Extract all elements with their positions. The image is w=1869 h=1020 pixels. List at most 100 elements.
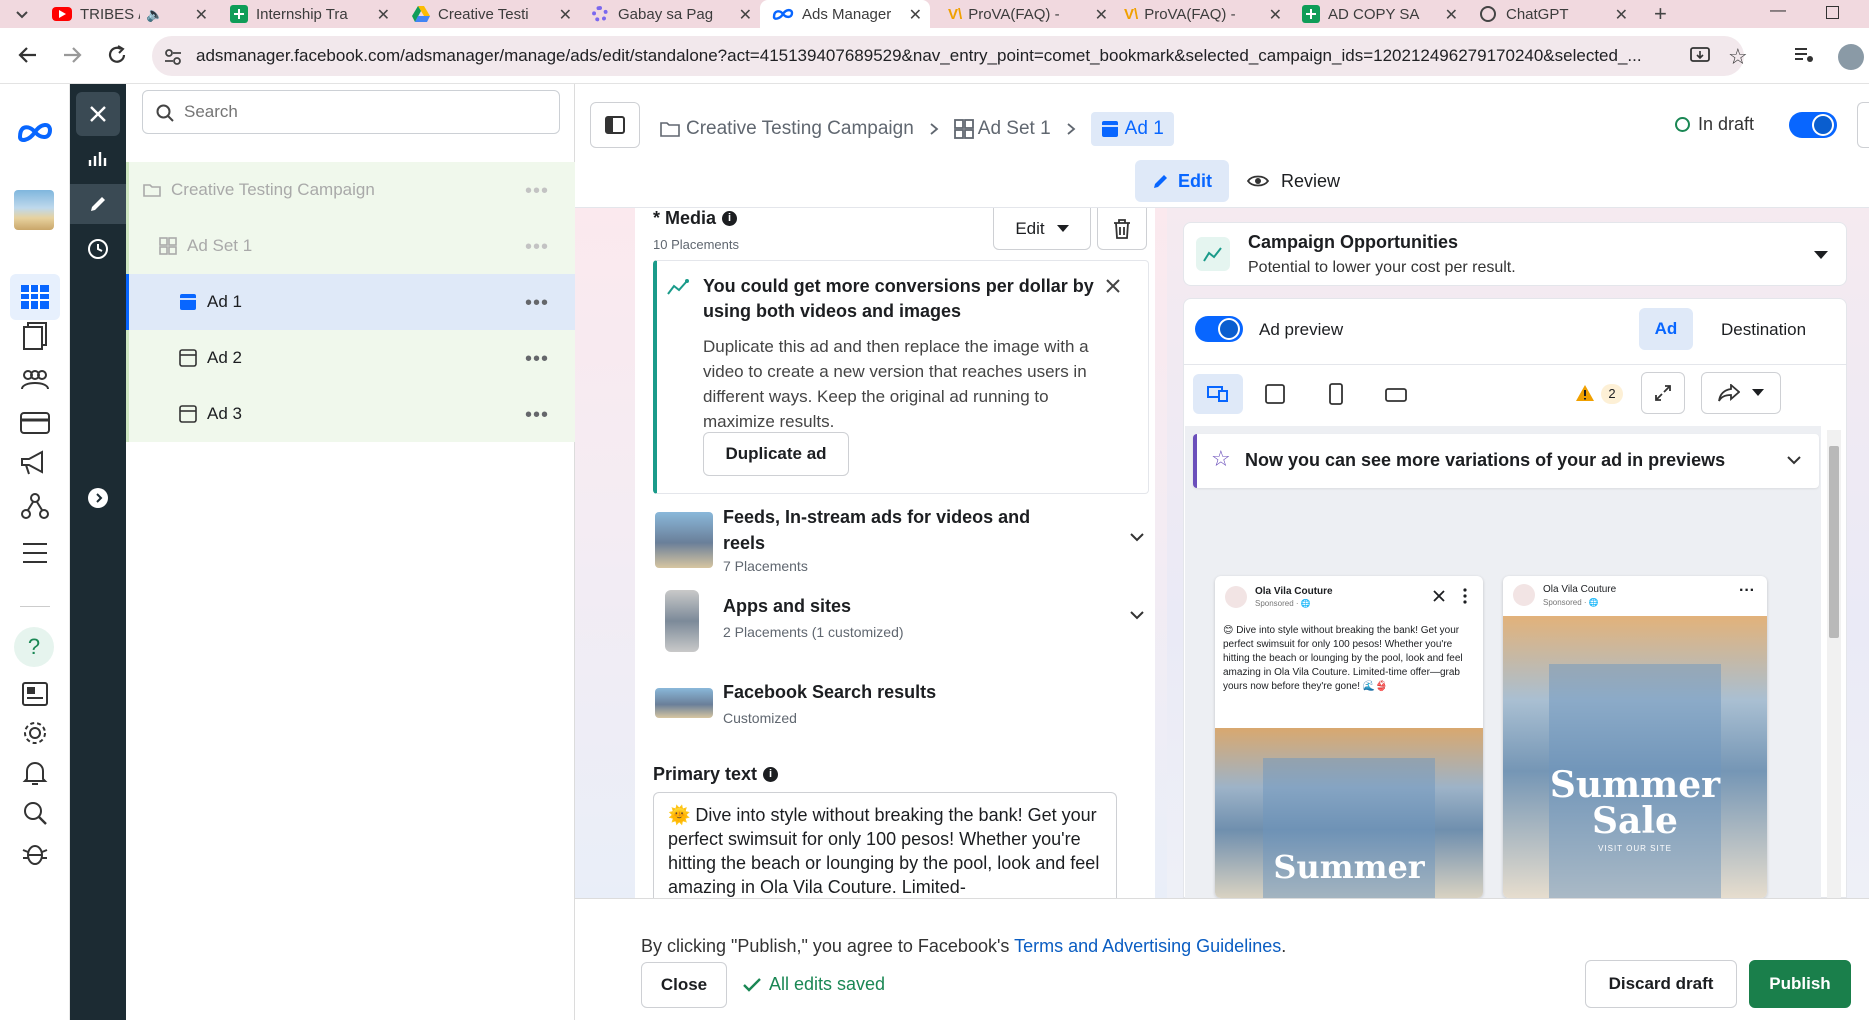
primary-text-field[interactable]: 🌞 Dive into style without breaking the b… [653, 792, 1117, 898]
more-options-icon[interactable]: ••• [525, 348, 549, 371]
chevron-right-icon [930, 123, 939, 135]
browser-tab[interactable]: Creative Testi ✕ [412, 0, 574, 28]
new-tab-button[interactable]: + [1654, 1, 1667, 27]
help-icon[interactable]: ? [14, 627, 54, 667]
warning-icon[interactable] [1575, 384, 1595, 402]
browser-tab[interactable]: V\ ProVA(FAQ) - ✕ [948, 0, 1110, 28]
tree-item-ad[interactable]: Ad 2 ••• [126, 330, 575, 386]
tab-close-icon[interactable]: ✕ [739, 5, 752, 25]
tab-edit[interactable]: Edit [1135, 160, 1229, 202]
browser-tab[interactable]: TRIBES // 🔈 ✕ [52, 0, 210, 28]
close-button[interactable]: Close [641, 962, 727, 1008]
terms-link[interactable]: Terms and Advertising Guidelines [1014, 936, 1281, 956]
meta-logo-icon[interactable] [16, 122, 54, 142]
search-icon[interactable] [22, 800, 48, 826]
tab-close-icon[interactable]: ✕ [559, 5, 572, 25]
tree-item-adset[interactable]: Ad Set 1 ••• [126, 218, 575, 274]
more-options-icon[interactable]: ••• [525, 180, 549, 203]
history-clock-icon[interactable] [87, 238, 109, 260]
info-icon[interactable]: i [722, 211, 738, 226]
placement-group[interactable]: Apps and sites 2 Placements (1 customize… [655, 590, 1155, 660]
browser-tab[interactable]: Gabay sa Pag ✕ [592, 0, 754, 28]
ad-body-text: 😊 Dive into style without breaking the b… [1223, 625, 1463, 692]
trend-sparkle-icon [1203, 247, 1222, 262]
site-info-icon[interactable] [164, 48, 182, 66]
close-icon[interactable] [1433, 590, 1445, 602]
placement-group[interactable]: Facebook Search results Customized [655, 682, 1155, 732]
notifications-bell-icon[interactable] [22, 760, 48, 786]
duplicate-ad-button[interactable]: Duplicate ad [703, 432, 849, 476]
back-icon[interactable] [16, 44, 38, 66]
profile-avatar[interactable] [1838, 44, 1864, 70]
billing-icon[interactable] [20, 412, 50, 434]
breadcrumb-campaign[interactable]: Creative Testing Campaign [686, 118, 914, 140]
toggle-panel-button[interactable] [590, 102, 640, 148]
forward-icon[interactable] [62, 44, 84, 66]
browser-tab[interactable]: ChatGPT ✕ [1480, 0, 1630, 28]
breadcrumb-adset[interactable]: Ad Set 1 [978, 118, 1051, 140]
placement-thumbnail [665, 590, 699, 652]
tab-close-icon[interactable]: ✕ [1269, 5, 1282, 25]
more-options-icon[interactable]: ••• [525, 292, 549, 315]
search-input[interactable] [184, 98, 544, 126]
square-format-icon[interactable] [1265, 384, 1285, 404]
more-options-icon[interactable]: ··· [1739, 582, 1755, 600]
audiences-icon[interactable] [20, 369, 50, 391]
business-graph-icon[interactable] [20, 492, 50, 522]
chart-icon[interactable] [88, 148, 108, 168]
more-options-icon[interactable]: ••• [525, 404, 549, 427]
campaign-opportunities-card[interactable]: Campaign Opportunities Potential to lowe… [1183, 222, 1847, 286]
url-text[interactable]: adsmanager.facebook.com/adsmanager/manag… [196, 46, 1666, 66]
all-tools-menu-icon[interactable] [22, 542, 48, 564]
maximize-button[interactable] [1826, 6, 1839, 19]
more-options-icon[interactable]: ••• [525, 236, 549, 259]
preview-tab-destination[interactable]: Destination [1721, 320, 1806, 340]
tab-search-button[interactable] [14, 6, 30, 22]
report-bug-icon[interactable] [22, 840, 48, 866]
fullscreen-button[interactable] [1641, 372, 1685, 414]
ad-preview-post[interactable]: Ola Vila Couture Sponsored · 🌐 😊 Dive in… [1215, 576, 1483, 898]
close-icon[interactable] [1105, 278, 1121, 294]
vertical-format-icon[interactable] [1329, 383, 1343, 405]
tree-item-ad-selected[interactable]: Ad 1 ••• [126, 274, 575, 330]
tree-item-campaign[interactable]: Creative Testing Campaign ••• [126, 162, 575, 218]
tab-review[interactable]: Review [1247, 160, 1340, 202]
share-dropdown-button[interactable] [1701, 372, 1781, 414]
tab-close-icon[interactable]: ✕ [377, 5, 390, 25]
bookmark-star-icon[interactable]: ☆ [1728, 44, 1748, 70]
caret-down-icon[interactable] [1814, 251, 1828, 260]
variations-banner[interactable]: ☆ Now you can see more variations of you… [1193, 434, 1819, 488]
tab-close-icon[interactable]: ✕ [909, 5, 922, 25]
tab-close-icon[interactable]: ✕ [195, 5, 208, 25]
advertise-megaphone-icon[interactable] [20, 450, 50, 476]
tab-close-icon[interactable]: ✕ [1445, 5, 1458, 25]
discard-draft-button[interactable]: Discard draft [1585, 960, 1737, 1008]
info-icon[interactable]: i [763, 767, 779, 782]
browser-tab[interactable]: Internship Tra ✕ [230, 0, 392, 28]
reload-icon[interactable] [106, 44, 128, 66]
delete-media-button[interactable] [1097, 208, 1147, 250]
reports-icon[interactable] [22, 322, 48, 350]
preview-scrollbar-thumb[interactable] [1829, 446, 1839, 638]
tab-close-icon[interactable]: ✕ [1615, 5, 1628, 25]
media-edit-dropdown[interactable]: Edit [993, 208, 1091, 250]
browser-tab-active[interactable]: Ads Manager ✕ [760, 0, 930, 28]
browser-tab[interactable]: AD COPY SA ✕ [1302, 0, 1460, 28]
horizontal-format-icon[interactable] [1385, 388, 1407, 402]
header-extra-button[interactable] [1857, 102, 1869, 148]
media-control-icon[interactable] [1794, 46, 1814, 64]
minimize-button[interactable]: — [1770, 2, 1786, 20]
tab-close-icon[interactable]: ✕ [1095, 5, 1108, 25]
placement-group[interactable]: Feeds, In-stream ads for videos and reel… [655, 504, 1155, 578]
preview-tab-ad[interactable]: Ad [1639, 308, 1693, 350]
ad-preview-post[interactable]: Ola Vila Couture Sponsored · 🌐 ··· Summe… [1503, 576, 1767, 898]
browser-tab[interactable]: V\ ProVA(FAQ) - ✕ [1124, 0, 1284, 28]
more-vertical-icon[interactable] [1463, 588, 1467, 604]
tree-item-ad[interactable]: Ad 3 ••• [126, 386, 575, 442]
install-app-icon[interactable] [1690, 46, 1710, 66]
account-avatar[interactable] [14, 190, 54, 230]
settings-gear-icon[interactable] [22, 720, 48, 746]
news-icon[interactable] [22, 682, 48, 706]
publish-button[interactable]: Publish [1749, 960, 1851, 1008]
breadcrumb-ad-chip[interactable]: Ad 1 [1090, 112, 1174, 146]
